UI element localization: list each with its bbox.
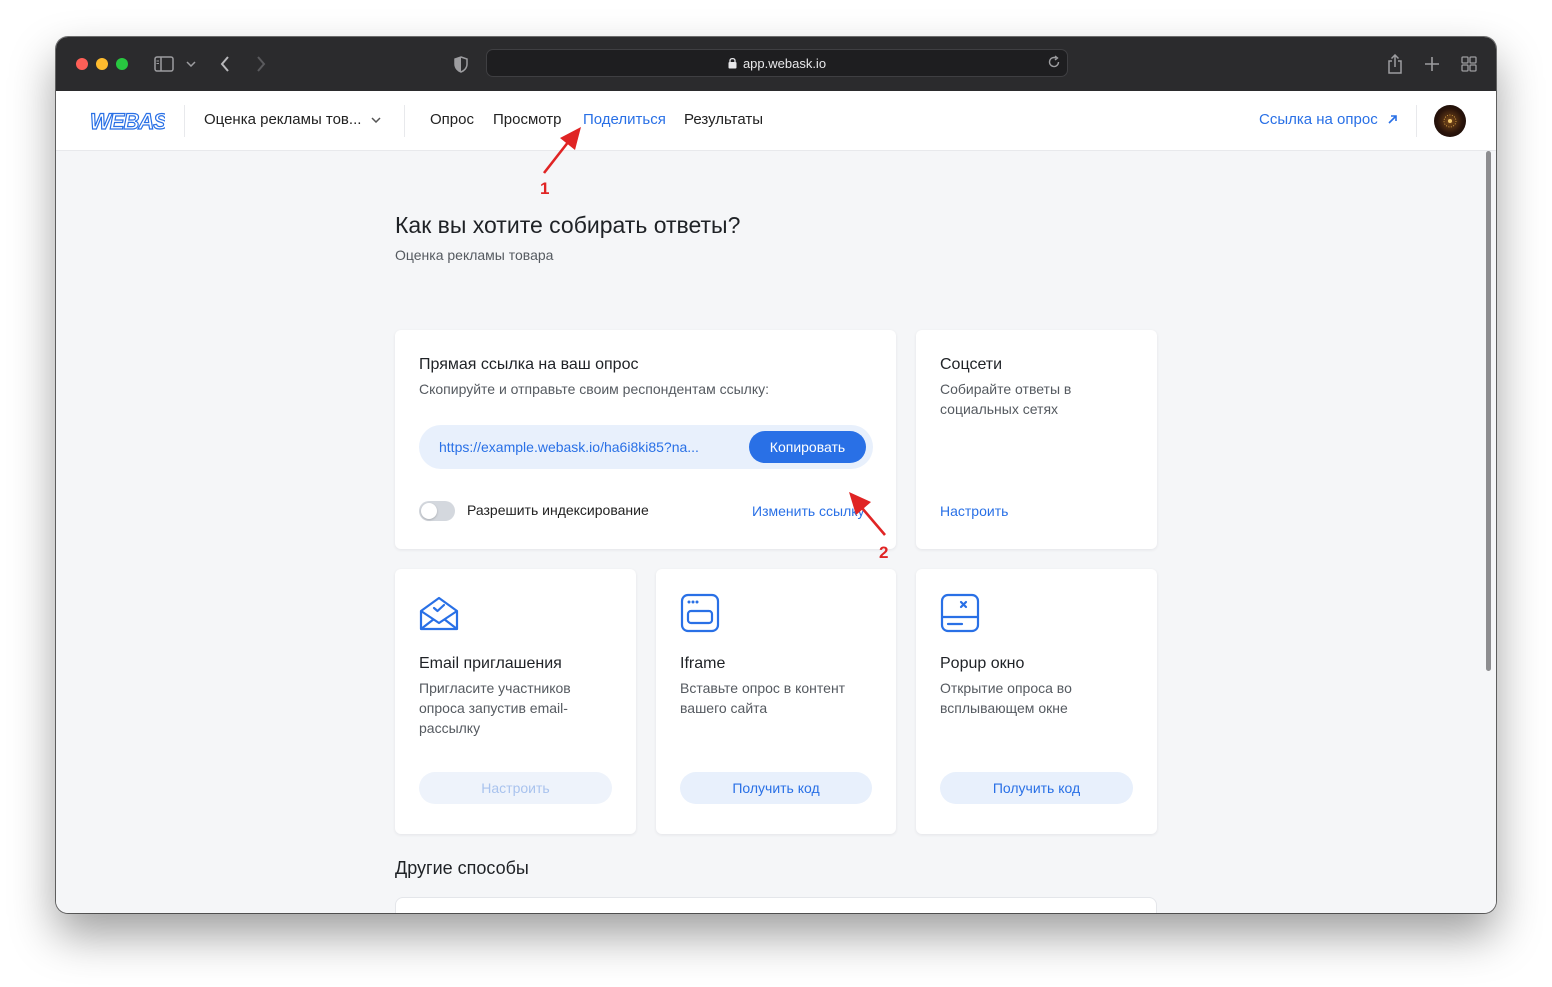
browser-window: app.webask.io WEBASK Оценка рекламы тов.… (56, 37, 1496, 913)
arrow-annotation-icon (849, 492, 886, 536)
annotation-number: 2 (879, 543, 889, 562)
annotation-number: 1 (540, 179, 550, 198)
annotation-arrows (542, 127, 886, 536)
arrow-annotation-icon (542, 127, 581, 174)
